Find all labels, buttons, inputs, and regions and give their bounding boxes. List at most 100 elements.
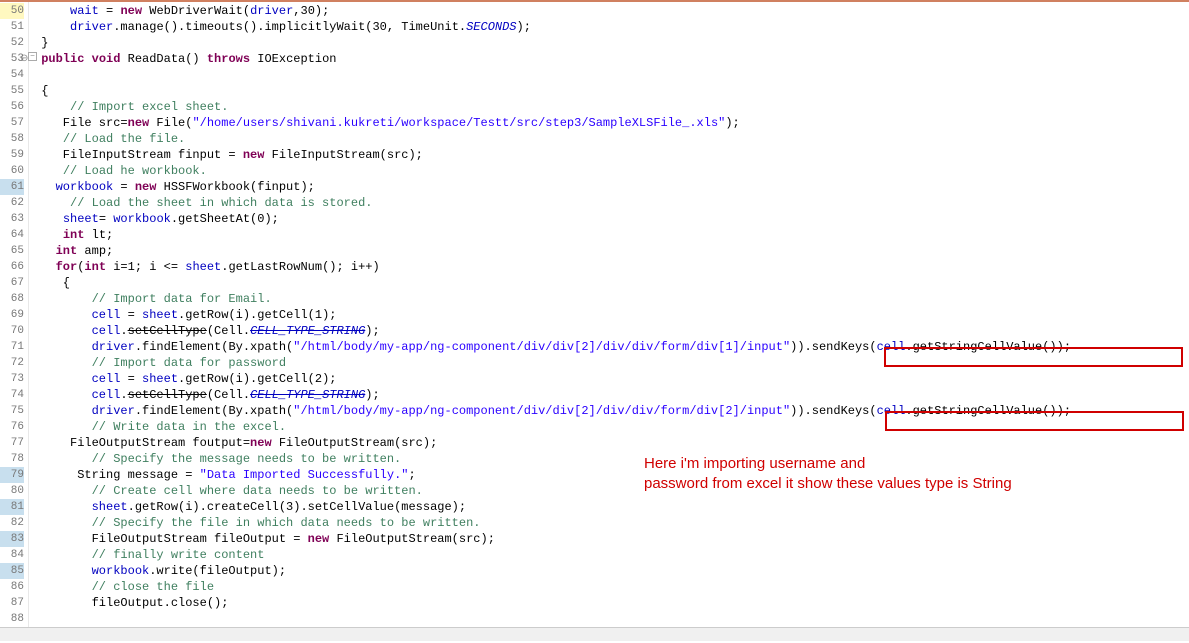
code-text: // Create cell where data needs to be wr… <box>34 483 423 499</box>
line-number: 73 <box>0 371 24 387</box>
code-text: // Specify the message needs to be writt… <box>34 451 401 467</box>
line-number: 74 <box>0 387 24 403</box>
code-line[interactable]: 58 // Load the file. <box>0 131 1189 147</box>
code-line[interactable]: 87 fileOutput.close(); <box>0 595 1189 611</box>
code-line[interactable]: 73 cell = sheet.getRow(i).getCell(2); <box>0 371 1189 387</box>
code-line[interactable]: 60 // Load he workbook. <box>0 163 1189 179</box>
code-text: { <box>34 83 48 99</box>
line-number: 71 <box>0 339 24 355</box>
code-line[interactable]: 59 FileInputStream finput = new FileInpu… <box>0 147 1189 163</box>
line-number: 58 <box>0 131 24 147</box>
line-number: 81 <box>0 499 24 515</box>
code-text: String message = "Data Imported Successf… <box>34 467 416 483</box>
code-text: cell.setCellType(Cell.CELL_TYPE_STRING); <box>34 387 380 403</box>
code-line[interactable]: 88 <box>0 611 1189 627</box>
code-line[interactable]: 74 cell.setCellType(Cell.CELL_TYPE_STRIN… <box>0 387 1189 403</box>
code-text: // close the file <box>34 579 214 595</box>
highlight-box-1 <box>884 347 1183 367</box>
line-number: 52 <box>0 35 24 51</box>
code-text: cell = sheet.getRow(i).getCell(1); <box>34 307 336 323</box>
code-editor[interactable]: 50 wait = new WebDriverWait(driver,30);5… <box>0 3 1189 643</box>
line-number: 59 <box>0 147 24 163</box>
code-line[interactable]: 62 // Load the sheet in which data is st… <box>0 195 1189 211</box>
code-line[interactable]: 55 { <box>0 83 1189 99</box>
code-line[interactable]: 85 workbook.write(fileOutput); <box>0 563 1189 579</box>
line-number: 85 <box>0 563 24 579</box>
code-text: FileOutputStream foutput=new FileOutputS… <box>34 435 437 451</box>
line-number: 83 <box>0 531 24 547</box>
line-number: 80 <box>0 483 24 499</box>
code-line[interactable]: 63 sheet= workbook.getSheetAt(0); <box>0 211 1189 227</box>
line-number: 65 <box>0 243 24 259</box>
code-text: { <box>34 275 70 291</box>
code-text: cell.setCellType(Cell.CELL_TYPE_STRING); <box>34 323 380 339</box>
code-line[interactable]: 86 // close the file <box>0 579 1189 595</box>
line-number: 53 <box>0 51 24 67</box>
editor-top-border <box>0 0 1189 2</box>
code-line[interactable]: 66 for(int i=1; i <= sheet.getLastRowNum… <box>0 259 1189 275</box>
line-number: 79 <box>0 467 24 483</box>
line-number: 76 <box>0 419 24 435</box>
code-text: } <box>34 35 48 51</box>
code-text: // Write data in the excel. <box>34 419 286 435</box>
code-text: workbook = new HSSFWorkbook(finput); <box>34 179 315 195</box>
code-line[interactable]: 53 public void ReadData() throws IOExcep… <box>0 51 1189 67</box>
code-text: FileInputStream finput = new FileInputSt… <box>34 147 423 163</box>
line-number: 63 <box>0 211 24 227</box>
code-text: FileOutputStream fileOutput = new FileOu… <box>34 531 495 547</box>
line-number: 54 <box>0 67 24 83</box>
highlight-box-2 <box>885 411 1184 431</box>
annotation-line-2: password from excel it show these values… <box>644 475 1012 492</box>
code-line[interactable]: 56 // Import excel sheet. <box>0 99 1189 115</box>
line-number: 84 <box>0 547 24 563</box>
code-line[interactable]: 54 <box>0 67 1189 83</box>
code-line[interactable]: 57 File src=new File("/home/users/shivan… <box>0 115 1189 131</box>
code-line[interactable]: 82 // Specify the file in which data nee… <box>0 515 1189 531</box>
code-line[interactable]: 83 FileOutputStream fileOutput = new Fil… <box>0 531 1189 547</box>
line-number: 57 <box>0 115 24 131</box>
code-text: // Load the sheet in which data is store… <box>34 195 372 211</box>
line-number: 62 <box>0 195 24 211</box>
code-text: // Specify the file in which data needs … <box>34 515 480 531</box>
line-number: 56 <box>0 99 24 115</box>
code-line[interactable]: 84 // finally write content <box>0 547 1189 563</box>
line-number: 68 <box>0 291 24 307</box>
code-text: wait = new WebDriverWait(driver,30); <box>34 3 329 19</box>
code-line[interactable]: 61 workbook = new HSSFWorkbook(finput); <box>0 179 1189 195</box>
annotation-text: Here i'm importing username and password… <box>644 454 1012 494</box>
line-number: 69 <box>0 307 24 323</box>
code-text: sheet.getRow(i).createCell(3).setCellVal… <box>34 499 466 515</box>
code-line[interactable]: 65 int amp; <box>0 243 1189 259</box>
code-line[interactable]: 70 cell.setCellType(Cell.CELL_TYPE_STRIN… <box>0 323 1189 339</box>
line-number: 75 <box>0 403 24 419</box>
horizontal-scrollbar[interactable] <box>0 627 1189 641</box>
code-text: int lt; <box>34 227 113 243</box>
code-text: // Load the file. <box>34 131 185 147</box>
code-line[interactable]: 77 FileOutputStream foutput=new FileOutp… <box>0 435 1189 451</box>
line-number: 61 <box>0 179 24 195</box>
code-text: // Import excel sheet. <box>34 99 228 115</box>
code-text: // Load he workbook. <box>34 163 207 179</box>
code-text: // Import data for password <box>34 355 286 371</box>
line-number: 77 <box>0 435 24 451</box>
code-text: fileOutput.close(); <box>34 595 228 611</box>
code-line[interactable]: 69 cell = sheet.getRow(i).getCell(1); <box>0 307 1189 323</box>
line-number: 64 <box>0 227 24 243</box>
code-text: File src=new File("/home/users/shivani.k… <box>34 115 740 131</box>
line-number: 72 <box>0 355 24 371</box>
code-line[interactable]: 52 } <box>0 35 1189 51</box>
code-line[interactable]: 64 int lt; <box>0 227 1189 243</box>
code-line[interactable]: 51 driver.manage().timeouts().implicitly… <box>0 19 1189 35</box>
code-line[interactable]: 68 // Import data for Email. <box>0 291 1189 307</box>
code-line[interactable]: 50 wait = new WebDriverWait(driver,30); <box>0 3 1189 19</box>
line-number: 82 <box>0 515 24 531</box>
line-number: 87 <box>0 595 24 611</box>
line-number: 66 <box>0 259 24 275</box>
line-number: 70 <box>0 323 24 339</box>
line-number: 88 <box>0 611 24 627</box>
code-line[interactable]: 67 { <box>0 275 1189 291</box>
code-line[interactable]: 81 sheet.getRow(i).createCell(3).setCell… <box>0 499 1189 515</box>
code-text: public void ReadData() throws IOExceptio… <box>34 51 336 67</box>
line-number: 55 <box>0 83 24 99</box>
line-number: 60 <box>0 163 24 179</box>
